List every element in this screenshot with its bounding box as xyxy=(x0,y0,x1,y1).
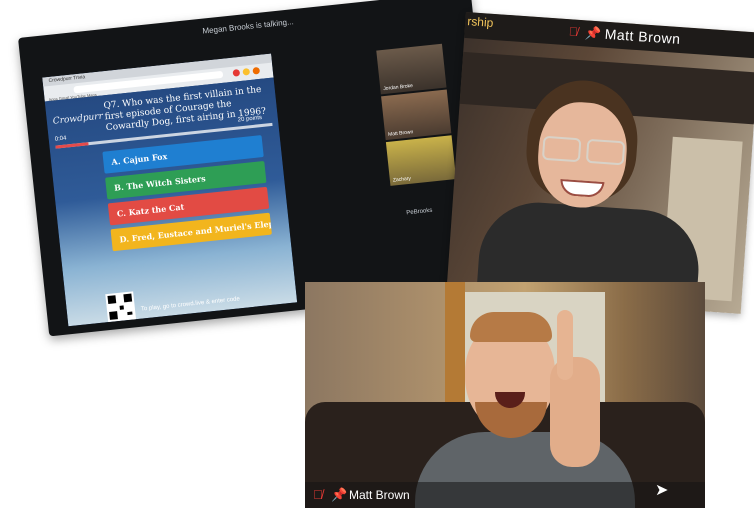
qr-code xyxy=(105,291,137,323)
participant-tile[interactable]: Jordan Broke xyxy=(376,43,447,95)
index-finger xyxy=(557,310,573,380)
participant-name: Jordan Broke xyxy=(383,82,414,93)
talking-banner: Megan Brooks is talking... xyxy=(202,17,295,36)
cursor-icon: ➤ xyxy=(655,482,669,499)
bottom-video-tile: 🎙̸ 📌 Matt Brown ➤ xyxy=(305,282,705,508)
person-hair xyxy=(470,312,552,342)
pin-icon: 📌 xyxy=(331,487,348,502)
timer: 0:04 xyxy=(54,135,67,143)
top-video-tile: rship 🎙̸ 📌 Matt Brown xyxy=(446,12,754,314)
side-participant-label: PeBrooks xyxy=(406,207,433,217)
glasses xyxy=(541,135,626,166)
tile-header: rship 🎙̸ 📌 Matt Brown xyxy=(464,12,754,59)
participant-name: Matt Brown xyxy=(604,25,682,48)
participant-tile[interactable]: Matt Brown xyxy=(381,89,452,141)
browser-tab[interactable]: Crowdpurr Trivia xyxy=(48,74,85,84)
window-frame xyxy=(445,282,465,412)
mic-muted-icon: 🎙̸ xyxy=(568,24,579,39)
mic-muted-icon: 🎙̸ xyxy=(313,487,323,502)
browser-window: Crowdpurr Trivia Apps Gmail YouTube Maps… xyxy=(42,53,298,327)
pin-icon: 📌 xyxy=(584,25,602,42)
participant-name: Matt Brown xyxy=(349,488,410,502)
participant-tile[interactable]: Zachary xyxy=(385,135,457,186)
participant-name: Zachary xyxy=(392,175,412,184)
participant-name: Matt Brown xyxy=(387,129,414,138)
watermark-text: rship xyxy=(466,14,494,30)
